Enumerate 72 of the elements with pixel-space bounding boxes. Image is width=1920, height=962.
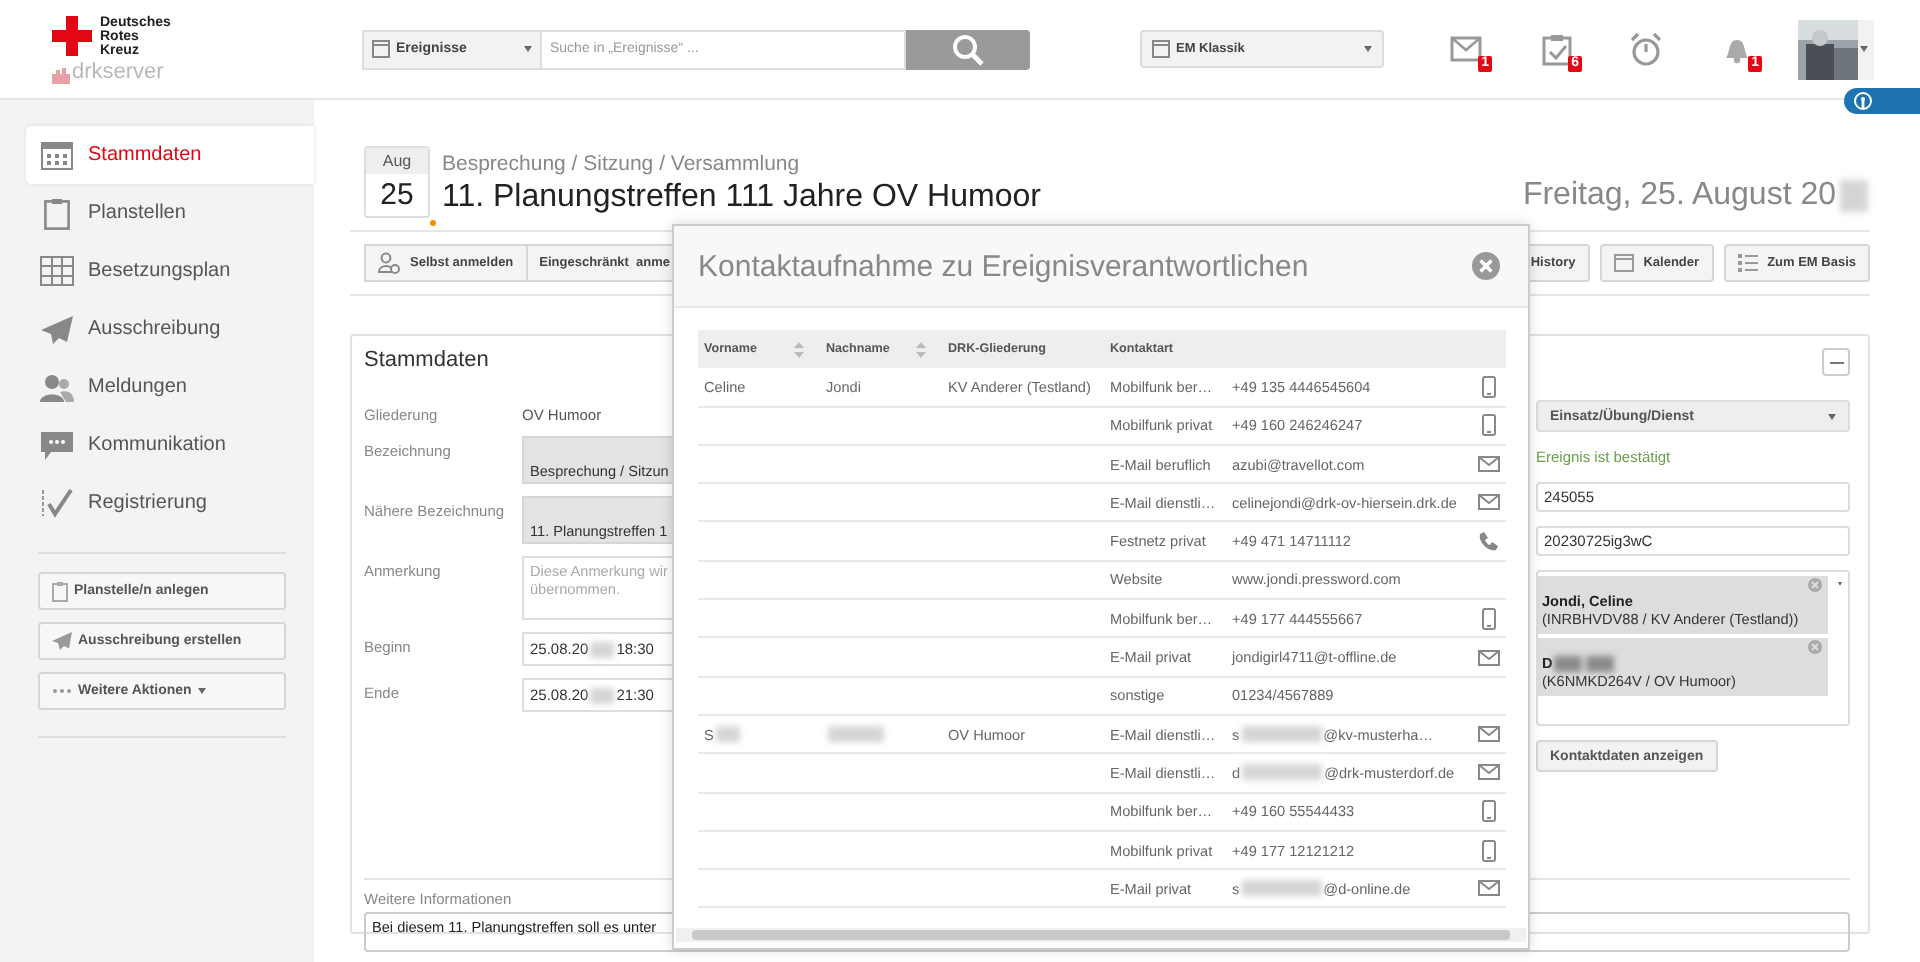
- calendar-icon: [40, 140, 74, 170]
- mobile-phone-icon[interactable]: [1481, 414, 1495, 437]
- mail-icon: [1450, 36, 1482, 62]
- mail-icon[interactable]: [1477, 456, 1499, 473]
- paper-plane-icon: [52, 632, 72, 650]
- caret-icon: [1828, 413, 1836, 419]
- date-badge: Aug 25: [364, 146, 430, 218]
- chat-icon: [40, 431, 74, 459]
- table-icon: [40, 256, 74, 286]
- search-button[interactable]: [906, 29, 1030, 69]
- mail-icon[interactable]: [1477, 649, 1499, 666]
- people-icon: [40, 373, 74, 401]
- sidebar-item[interactable]: Meldungen: [26, 358, 314, 416]
- redaction-blur: [1241, 880, 1322, 897]
- checklist-icon: [40, 488, 74, 518]
- event-title: 11. Planungstreffen 111 Jahre OV Humoor: [442, 178, 1043, 218]
- event-date: Freitag, 25. August 20: [1522, 178, 1836, 214]
- mail-icon[interactable]: [1477, 880, 1499, 897]
- scrollbar[interactable]: [676, 928, 1526, 942]
- paper-plane-icon: [40, 315, 74, 343]
- redaction-blur: [590, 687, 615, 703]
- building-icon: [52, 67, 70, 83]
- mobile-phone-icon[interactable]: [1481, 839, 1495, 861]
- collapse-button[interactable]: [1822, 348, 1850, 376]
- redaction-blur: [1241, 726, 1322, 743]
- dots-icon: [52, 688, 72, 694]
- mail-icon[interactable]: [1477, 764, 1499, 781]
- redaction-blur: [590, 641, 615, 657]
- redaction-blur: [1242, 764, 1323, 781]
- sidebar-item[interactable]: Besetzungsplan: [26, 242, 314, 300]
- caret-icon: [1364, 46, 1372, 52]
- mobile-phone-icon[interactable]: [1481, 800, 1495, 823]
- product-name: drkserver: [72, 61, 164, 83]
- mobile-phone-icon[interactable]: [1481, 607, 1495, 630]
- list-icon: [1737, 254, 1758, 272]
- clipboard-check-icon: [1541, 33, 1571, 65]
- close-icon[interactable]: [1472, 252, 1500, 280]
- redaction-blur: [1586, 655, 1615, 671]
- calendar-icon: [372, 40, 390, 58]
- caret-icon: [524, 46, 532, 52]
- caret-icon: [197, 688, 206, 694]
- clipboard-icon: [52, 581, 68, 601]
- caret-icon: [1860, 46, 1868, 52]
- signal-icon: [1854, 92, 1872, 110]
- sort-icon: [916, 341, 926, 358]
- cross-logo-icon: [52, 15, 92, 55]
- mail-icon[interactable]: [1477, 494, 1499, 511]
- person-icon: [378, 252, 400, 274]
- panel-title: Stammdaten: [364, 346, 489, 376]
- mail-icon[interactable]: [1477, 726, 1499, 743]
- caret-icon: [1838, 582, 1842, 586]
- account-menu[interactable]: [1798, 19, 1874, 79]
- redaction-blur: [828, 726, 884, 743]
- phone-icon[interactable]: [1478, 531, 1498, 552]
- event-category: Besprechung / Sitzung / Versammlung: [442, 150, 802, 178]
- connection-pill[interactable]: [1844, 88, 1920, 114]
- redaction-blur: [1554, 655, 1583, 671]
- minus-icon: [1829, 361, 1843, 363]
- search-icon: [952, 33, 984, 65]
- sidebar-item[interactable]: Stammdaten: [26, 126, 314, 184]
- marker-dot: [430, 220, 436, 226]
- sort-icon: [794, 341, 804, 358]
- mobile-phone-icon[interactable]: [1481, 375, 1495, 398]
- calendar-icon: [1152, 40, 1170, 58]
- bell-icon: [1721, 34, 1751, 64]
- stopwatch-icon: [1630, 32, 1662, 66]
- clipboard-icon: [40, 197, 74, 229]
- sidebar-item[interactable]: Registrierung: [26, 474, 314, 532]
- sidebar-item[interactable]: Planstellen: [26, 184, 314, 242]
- sidebar-item[interactable]: Kommunikation: [26, 416, 314, 474]
- sidebar-item[interactable]: Ausschreibung: [26, 300, 314, 358]
- calendar-icon: [1613, 254, 1634, 272]
